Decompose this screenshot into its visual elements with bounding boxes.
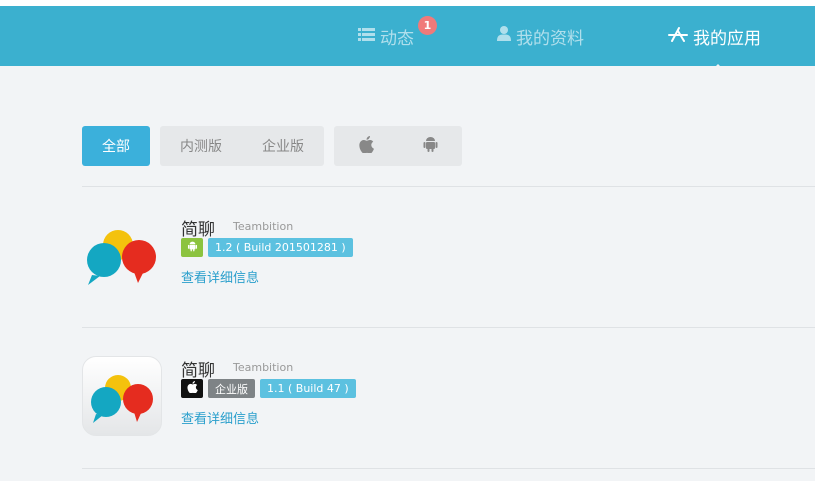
app-list-item: 简聊 Teambition 1.2 ( Build 201501281 ) 查看… [82,215,815,305]
platform-group [334,126,462,166]
filter-bar: 全部 内测版 企业版 [82,126,462,166]
list-divider [82,468,815,469]
nav-my-apps-label: 我的应用 [693,28,761,49]
app-icon[interactable] [82,215,162,295]
list-divider [82,327,815,328]
filter-android-button[interactable] [398,126,462,166]
view-details-link[interactable]: 查看详细信息 [181,267,259,286]
android-icon [187,241,198,255]
android-platform-tag [181,238,203,257]
filter-beta-button[interactable]: 内测版 [160,126,242,166]
app-tags: 企业版 1.1 ( Build 47 ) [181,379,361,398]
nav-profile[interactable]: 我的资料 [497,6,584,66]
filter-enterprise-button[interactable]: 企业版 [242,126,324,166]
filter-all-button[interactable]: 全部 [82,126,150,166]
nav-profile-label: 我的资料 [516,28,584,49]
list-divider [82,186,815,187]
enterprise-tag: 企业版 [208,379,255,398]
app-name: 简聊 [181,220,215,240]
release-type-group: 内测版 企业版 [160,126,324,166]
android-icon [423,136,438,157]
app-icon[interactable] [82,356,162,436]
notification-badge: 1 [418,16,437,35]
nav-feed[interactable]: 动态 [358,6,414,66]
user-icon [497,26,511,46]
ios-platform-tag [181,379,203,398]
version-tag: 1.1 ( Build 47 ) [260,379,356,398]
app-tags: 1.2 ( Build 201501281 ) [181,238,358,257]
list-icon [358,26,375,46]
nav-my-apps[interactable]: 我的应用 [668,6,761,66]
app-developer: Teambition [233,220,294,233]
version-tag: 1.2 ( Build 201501281 ) [208,238,353,257]
filter-ios-button[interactable] [334,126,398,166]
apple-icon [186,381,198,396]
app-name: 简聊 [181,361,215,381]
view-details-link[interactable]: 查看详细信息 [181,408,259,427]
top-nav-bar: 动态 1 我的资料 我的应用 [0,6,815,72]
nav-feed-label: 动态 [380,28,414,49]
app-developer: Teambition [233,361,294,374]
app-list-item: 简聊 Teambition 企业版 1.1 ( Build 47 ) 查看详细信… [82,356,815,446]
apple-icon [358,135,374,157]
app-store-icon [668,26,688,47]
active-tab-caret [710,64,726,72]
